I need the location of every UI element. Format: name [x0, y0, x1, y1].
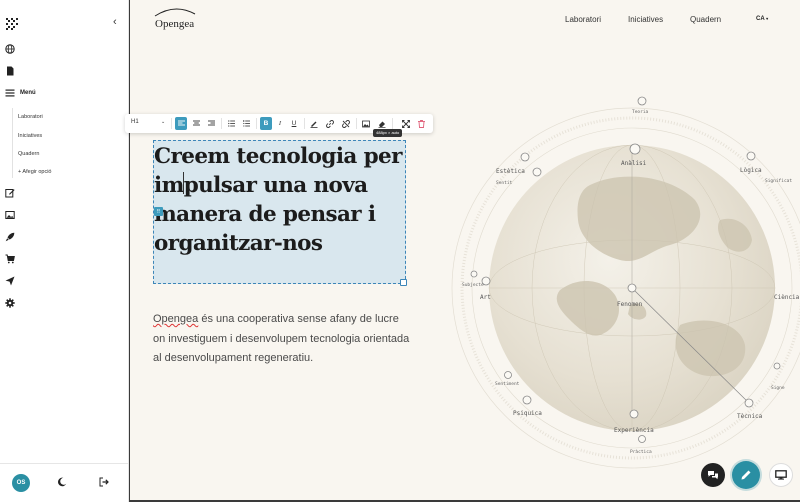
globe-label-sentit: Sentit	[496, 181, 513, 186]
edit-icon[interactable]	[5, 188, 15, 198]
align-center-button[interactable]	[190, 117, 202, 130]
toolbar-divider	[304, 118, 305, 129]
link-icon	[326, 119, 334, 128]
toolbar-divider	[171, 118, 172, 129]
underline-icon: U	[291, 120, 297, 127]
toolbar-divider	[392, 118, 393, 129]
gear-icon[interactable]	[5, 298, 15, 308]
bullet-list-button[interactable]	[225, 117, 237, 130]
globe-label-logica: Lògica	[740, 167, 762, 174]
bullet-list-icon	[227, 120, 235, 127]
collapse-sidebar-icon[interactable]: ‹	[113, 16, 117, 28]
eraser-icon	[378, 121, 386, 128]
numbered-list-icon	[242, 120, 250, 127]
sidebar-item-iniciatives[interactable]: Iniciatives	[18, 133, 42, 139]
fullscreen-button[interactable]	[400, 117, 412, 130]
italic-button[interactable]: I	[274, 117, 286, 130]
expand-icon	[402, 119, 410, 128]
globe-label-teoria: Teoria	[632, 110, 649, 115]
text-cursor	[183, 172, 184, 194]
globe-label-ciencia: Ciència	[774, 294, 800, 301]
toolbar-divider	[221, 118, 222, 129]
globe-label-significat: Significat	[765, 179, 793, 184]
globe-icon[interactable]	[5, 44, 15, 54]
sidebar-item-quadern[interactable]: Quadern	[18, 151, 39, 157]
block-type-select[interactable]: H1 ⌄	[131, 119, 167, 125]
resize-handle[interactable]	[400, 279, 407, 286]
bold-button[interactable]: B	[260, 117, 272, 130]
unlink-icon	[342, 119, 350, 128]
bold-icon: B	[263, 120, 269, 127]
site-logo[interactable]: Opengea	[155, 18, 194, 30]
chat-bubbles-icon	[708, 471, 718, 480]
edit-mode-button[interactable]	[732, 461, 760, 489]
page-icon[interactable]	[5, 66, 15, 76]
globe-label-subjecte: Subjecte	[462, 283, 484, 288]
chevron-down-icon: ⌄	[161, 119, 166, 125]
image-icon[interactable]	[5, 210, 15, 220]
globe-label-analisi: Anàlisi	[621, 160, 647, 167]
nav-quadern[interactable]: Quadern	[690, 15, 721, 24]
globe-label-sentiment: Sentiment	[495, 382, 520, 387]
admin-sidebar: ‹ Menú Laboratori Iniciatives Quadern + …	[0, 0, 129, 502]
monitor-icon	[775, 470, 787, 480]
preview-device-button[interactable]	[769, 463, 793, 487]
insert-image-button[interactable]	[360, 117, 372, 130]
site-logo-arc-icon	[154, 8, 196, 17]
page-title[interactable]: Creem tecnologia per impulsar una nova m…	[154, 142, 406, 258]
chat-button[interactable]	[701, 463, 725, 487]
align-right-button[interactable]	[205, 117, 217, 130]
sidebar-item-laboratori[interactable]: Laboratori	[18, 114, 43, 120]
globe-label-estetica: Estètica	[496, 168, 525, 175]
delete-block-button[interactable]	[415, 117, 427, 130]
globe-label-signe: Signe	[771, 386, 785, 391]
align-right-icon	[207, 120, 215, 126]
trash-icon	[417, 119, 425, 128]
nav-laboratori[interactable]: Laboratori	[565, 15, 601, 24]
logout-icon[interactable]	[99, 477, 109, 487]
add-option-button[interactable]: + Afegir opció	[18, 169, 51, 175]
hero-description[interactable]: Opengea és una cooperativa sense afany d…	[153, 310, 411, 369]
highlight-button[interactable]	[308, 117, 320, 130]
unlink-button[interactable]	[340, 117, 352, 130]
toolbar-divider	[356, 118, 357, 129]
underline-button[interactable]: U	[288, 117, 300, 130]
chevron-down-icon: ▾	[766, 16, 769, 21]
menu-subtree-line	[12, 108, 13, 178]
link-button[interactable]	[324, 117, 336, 130]
globe-label-art: Art	[480, 294, 491, 301]
globe-label-psiquica: Psiquica	[513, 410, 542, 417]
avatar[interactable]: OS	[12, 474, 30, 492]
nav-iniciatives[interactable]: Iniciatives	[628, 15, 663, 24]
image-icon	[362, 120, 370, 127]
numbered-list-button[interactable]	[240, 117, 252, 130]
highlighter-icon	[310, 121, 318, 128]
toolbar-divider	[256, 118, 257, 129]
menu-section-label[interactable]: Menú	[20, 90, 36, 96]
align-left-icon	[177, 120, 185, 126]
rocket-icon[interactable]	[5, 232, 15, 242]
menu-icon[interactable]	[5, 88, 15, 98]
app-logo-icon[interactable]	[6, 18, 18, 30]
globe-label-fenomen: Fenomen	[617, 301, 643, 308]
sidebar-footer: OS	[0, 463, 129, 502]
size-tooltip: 488px × auto	[373, 129, 403, 137]
cart-icon[interactable]	[5, 254, 15, 264]
italic-icon: I	[278, 120, 282, 127]
globe-label-practica: Pràctica	[630, 450, 652, 455]
hero-title-block[interactable]: Creem tecnologia per impulsar una nova m…	[153, 140, 406, 284]
align-center-icon	[192, 120, 200, 126]
globe-label-tecnica: Tècnica	[737, 413, 763, 420]
language-selector[interactable]: CA ▾	[756, 16, 768, 22]
pencil-icon	[741, 470, 751, 480]
globe-label-experiencia: Experiència	[614, 427, 654, 434]
drag-handle-icon[interactable]: ⠿	[154, 207, 163, 216]
dark-mode-icon[interactable]	[57, 477, 67, 487]
align-left-button[interactable]	[175, 117, 187, 130]
send-icon[interactable]	[5, 276, 15, 286]
